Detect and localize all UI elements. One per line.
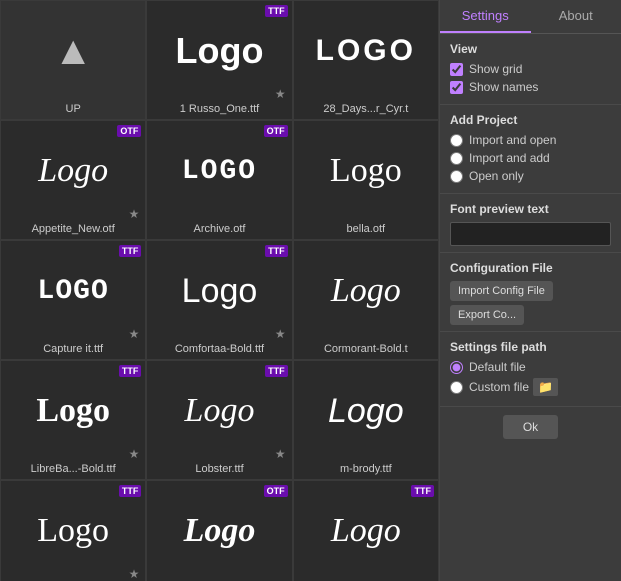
font-cell-pacific[interactable]: TTFLogoPacific...gular.ttf xyxy=(293,480,439,581)
font-preview-input[interactable] xyxy=(450,222,611,246)
badge-capture: TTF xyxy=(119,245,142,257)
font-cell-otrada[interactable]: OTFLogootrada.otf xyxy=(146,480,292,581)
font-label-mbrody: m-brody.ttf xyxy=(336,461,396,479)
font-cell-archive[interactable]: OTFLOGOArchive.otf xyxy=(146,120,292,240)
font-label-comfortaa: Comfortaa-Bold.ttf xyxy=(171,341,268,359)
show-names-label[interactable]: Show names xyxy=(469,80,538,94)
font-label-bella: bella.otf xyxy=(343,221,390,239)
badge-otrada: OTF xyxy=(264,485,288,497)
add-project-title: Add Project xyxy=(450,113,611,127)
font-label-appetite: Appetite_New.otf xyxy=(28,221,119,239)
panel-tabs: Settings About xyxy=(440,0,621,34)
font-preview-section: Font preview text xyxy=(440,194,621,253)
tab-about[interactable]: About xyxy=(531,0,621,33)
show-grid-label[interactable]: Show grid xyxy=(469,62,522,76)
font-cell-comfortaa[interactable]: TTFLogoComfortaa-Bold.ttf★ xyxy=(146,240,292,360)
show-grid-checkbox[interactable] xyxy=(450,63,463,76)
font-cell-capture[interactable]: TTFLOGOCapture it.ttf★ xyxy=(0,240,146,360)
badge-archive: OTF xyxy=(264,125,288,137)
star-icon-appetite: ★ xyxy=(129,207,140,221)
font-cell-oranienbaum[interactable]: TTFLogoOranienbaum.ttf★ xyxy=(0,480,146,581)
open-only-radio[interactable] xyxy=(450,170,463,183)
badge-pacific: TTF xyxy=(411,485,434,497)
star-icon-capture: ★ xyxy=(129,327,140,341)
font-label-archive: Archive.otf xyxy=(190,221,250,239)
font-cell-cormorant[interactable]: LogoCormorant-Bold.t xyxy=(293,240,439,360)
settings-file-title: Settings file path xyxy=(450,340,611,354)
font-grid: ▲UP TTF Logo 1 Russo_One.ttf ★ LOGO28_Days...… xyxy=(0,0,440,581)
import-add-radio[interactable] xyxy=(450,152,463,165)
font-cell-days[interactable]: LOGO28_Days...r_Cyr.t xyxy=(293,0,439,120)
badge-libre: TTF xyxy=(119,365,142,377)
custom-file-row: Custom file 📁 xyxy=(450,378,611,396)
star-icon-lobster: ★ xyxy=(275,447,286,461)
default-file-radio[interactable] xyxy=(450,361,463,374)
open-only-row: Open only xyxy=(450,169,611,183)
settings-panel: Settings About View Show grid Show names… xyxy=(440,0,621,581)
font-cell-russo[interactable]: TTFLogo1 Russo_One.ttf★ xyxy=(146,0,292,120)
default-file-label[interactable]: Default file xyxy=(469,360,526,374)
badge-comfortaa: TTF xyxy=(265,245,288,257)
import-add-label[interactable]: Import and add xyxy=(469,151,550,165)
star-icon-comfortaa: ★ xyxy=(275,327,286,341)
show-names-checkbox[interactable] xyxy=(450,81,463,94)
config-file-title: Configuration File xyxy=(450,261,611,275)
badge-lobster: TTF xyxy=(265,365,288,377)
font-preview-mbrody: Logo xyxy=(294,361,438,461)
import-open-radio[interactable] xyxy=(450,134,463,147)
open-only-label[interactable]: Open only xyxy=(469,169,524,183)
show-names-row: Show names xyxy=(450,80,611,94)
badge-appetite: OTF xyxy=(117,125,141,137)
browse-folder-button[interactable]: 📁 xyxy=(533,378,558,396)
font-cell-appetite[interactable]: OTFLogoAppetite_New.otf★ xyxy=(0,120,146,240)
star-icon-libre: ★ xyxy=(129,447,140,461)
view-title: View xyxy=(450,42,611,56)
import-config-button[interactable]: Import Config File xyxy=(450,281,553,301)
star-icon-oranienbaum: ★ xyxy=(129,567,140,581)
font-cell-bella[interactable]: Logobella.otf xyxy=(293,120,439,240)
font-cell-up[interactable]: ▲UP xyxy=(0,0,146,120)
font-label-capture: Capture it.ttf xyxy=(39,341,107,359)
config-file-section: Configuration File Import Config File Ex… xyxy=(440,253,621,332)
font-cell-mbrody[interactable]: Logom-brody.ttf xyxy=(293,360,439,480)
ok-button[interactable]: Ok xyxy=(503,415,558,439)
tab-settings[interactable]: Settings xyxy=(440,0,531,33)
star-icon-russo: ★ xyxy=(275,87,286,101)
font-label-up: UP xyxy=(62,101,85,119)
font-label-russo: 1 Russo_One.ttf xyxy=(176,101,264,119)
font-preview-days: LOGO xyxy=(294,1,438,101)
export-config-button[interactable]: Export Co... xyxy=(450,305,524,325)
default-file-row: Default file xyxy=(450,360,611,374)
font-preview-up: ▲ xyxy=(1,1,145,101)
show-grid-row: Show grid xyxy=(450,62,611,76)
font-label-libre: LibreBa...-Bold.ttf xyxy=(27,461,120,479)
import-open-row: Import and open xyxy=(450,133,611,147)
font-label-days: 28_Days...r_Cyr.t xyxy=(319,101,412,119)
badge-oranienbaum: TTF xyxy=(119,485,142,497)
font-label-lobster: Lobster.ttf xyxy=(191,461,247,479)
font-preview-cormorant: Logo xyxy=(294,241,438,341)
font-label-cormorant: Cormorant-Bold.t xyxy=(320,341,412,359)
font-cell-libre[interactable]: TTFLogoLibreBa...-Bold.ttf★ xyxy=(0,360,146,480)
custom-file-radio[interactable] xyxy=(450,381,463,394)
view-section: View Show grid Show names xyxy=(440,34,621,105)
config-btn-row: Import Config File Export Co... xyxy=(450,281,611,325)
import-add-row: Import and add xyxy=(450,151,611,165)
font-preview-title: Font preview text xyxy=(450,202,611,216)
badge-russo: TTF xyxy=(265,5,288,17)
import-open-label[interactable]: Import and open xyxy=(469,133,556,147)
add-project-section: Add Project Import and open Import and a… xyxy=(440,105,621,194)
settings-file-section: Settings file path Default file Custom f… xyxy=(440,332,621,407)
font-cell-lobster[interactable]: TTFLogoLobster.ttf★ xyxy=(146,360,292,480)
font-preview-bella: Logo xyxy=(294,121,438,221)
custom-file-label[interactable]: Custom file xyxy=(469,380,529,394)
